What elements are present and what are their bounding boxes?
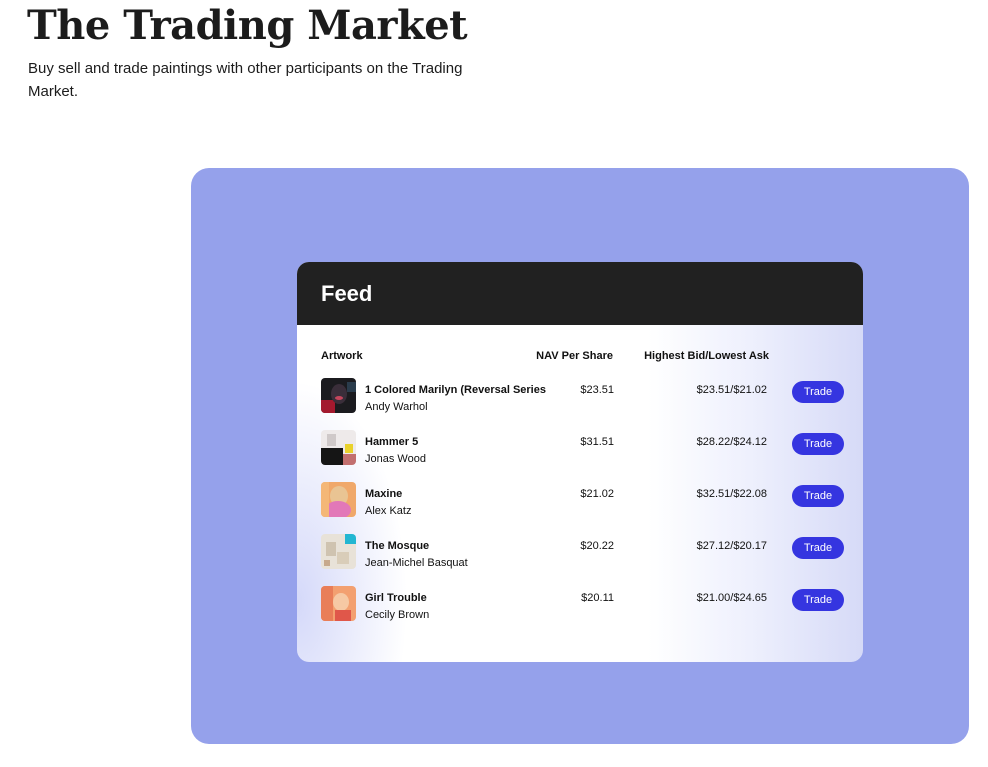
artwork-thumbnail xyxy=(321,586,356,621)
feed-row: Hammer 5 Jonas Wood $31.51 $28.22/$24.12… xyxy=(297,430,863,482)
artwork-artist: Alex Katz xyxy=(365,505,412,517)
bid-ask-value: $21.00/$24.65 xyxy=(696,592,767,604)
bid-ask-value: $32.51/$22.08 xyxy=(696,488,767,500)
bid-ask-value: $23.51/$21.02 xyxy=(696,384,767,396)
nav-per-share: $20.11 xyxy=(581,592,614,604)
column-header-nav: NAV Per Share xyxy=(536,350,613,362)
page-subtitle: Buy sell and trade paintings with other … xyxy=(28,60,463,100)
trade-button[interactable]: Trade xyxy=(792,485,844,507)
feed-panel-background: Feed Artwork NAV Per Share Highest Bid/L… xyxy=(191,168,969,744)
artwork-title: Hammer 5 xyxy=(365,436,419,448)
artwork-title: The Mosque xyxy=(365,540,430,552)
feed-row: The Mosque Jean-Michel Basquat $20.22 $2… xyxy=(297,534,863,586)
page-title: The Trading Market xyxy=(27,2,468,49)
trade-button[interactable]: Trade xyxy=(792,381,844,403)
feed-row: Girl Trouble Cecily Brown $20.11 $21.00/… xyxy=(297,586,863,638)
artwork-artist: Cecily Brown xyxy=(365,609,430,621)
artwork-title: Maxine xyxy=(365,488,403,500)
column-header-bid-ask: Highest Bid/Lowest Ask xyxy=(644,350,769,362)
trade-button[interactable]: Trade xyxy=(792,589,844,611)
trade-button[interactable]: Trade xyxy=(792,537,844,559)
artwork-artist: Andy Warhol xyxy=(365,401,428,413)
nav-per-share: $21.02 xyxy=(580,488,614,500)
artwork-artist: Jonas Wood xyxy=(365,453,426,465)
feed-card: Feed Artwork NAV Per Share Highest Bid/L… xyxy=(297,262,863,662)
nav-per-share: $20.22 xyxy=(580,540,614,552)
feed-title: Feed xyxy=(321,280,373,306)
column-header-artwork: Artwork xyxy=(321,350,363,362)
bid-ask-value: $27.12/$20.17 xyxy=(696,540,767,552)
artwork-title: Girl Trouble xyxy=(365,592,427,604)
nav-per-share: $31.51 xyxy=(580,436,614,448)
bid-ask-value: $28.22/$24.12 xyxy=(696,436,767,448)
trade-button[interactable]: Trade xyxy=(792,433,844,455)
feed-header: Feed xyxy=(297,262,863,325)
artwork-thumbnail xyxy=(321,430,356,465)
artwork-thumbnail xyxy=(321,482,356,517)
artwork-thumbnail xyxy=(321,378,356,413)
artwork-thumbnail xyxy=(321,534,356,569)
artwork-artist: Jean-Michel Basquat xyxy=(365,557,468,569)
artwork-title: 1 Colored Marilyn (Reversal Series xyxy=(365,384,546,396)
feed-row: 1 Colored Marilyn (Reversal Series Andy … xyxy=(297,378,863,430)
feed-row: Maxine Alex Katz $21.02 $32.51/$22.08 Tr… xyxy=(297,482,863,534)
nav-per-share: $23.51 xyxy=(580,384,614,396)
